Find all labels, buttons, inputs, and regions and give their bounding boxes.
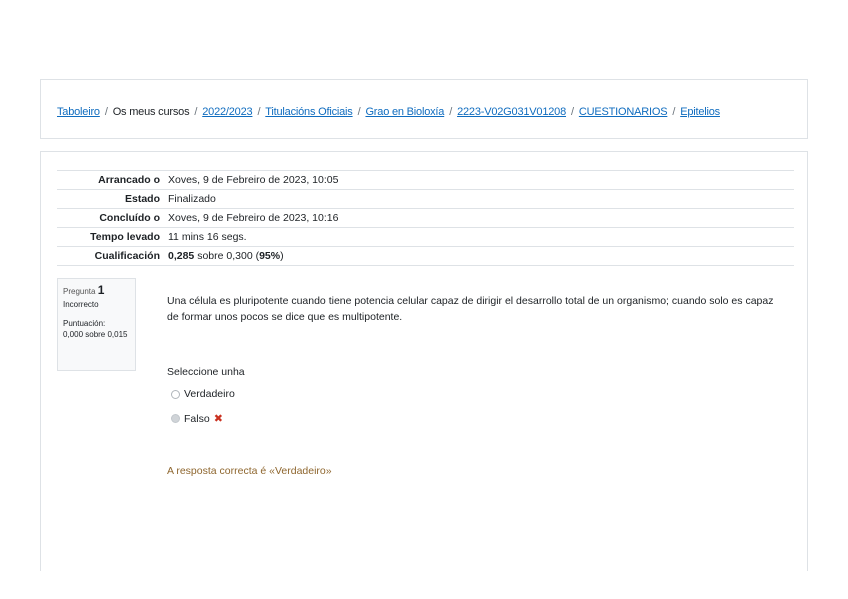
grade-close-paren: ) [280, 250, 284, 262]
grade-percent: 95% [259, 250, 281, 262]
time-taken-label: Tempo levado [90, 231, 160, 243]
completed-label: Concluído o [99, 212, 160, 224]
breadcrumb-separator: / [104, 106, 108, 118]
breadcrumb-separator: / [194, 106, 198, 118]
incorrect-icon: ✖ [213, 413, 223, 425]
table-row: Arrancado o Xoves, 9 de Febreiro de 2023… [57, 170, 794, 190]
table-row: Tempo levado 11 mins 16 segs. [57, 227, 794, 247]
breadcrumb-separator: / [257, 106, 261, 118]
completed-value: Xoves, 9 de Febreiro de 2023, 10:16 [168, 212, 339, 224]
state-label: Estado [124, 193, 160, 205]
started-label: Arrancado o [98, 174, 160, 186]
breadcrumb-item-cuestionarios[interactable]: CUESTIONARIOS [579, 106, 668, 118]
attempt-summary-table: Arrancado o Xoves, 9 de Febreiro de 2023… [57, 170, 794, 266]
correct-answer-feedback: A resposta correcta é «Verdadeiro» [167, 465, 332, 477]
question-label: Pregunta [63, 287, 96, 296]
breadcrumb-separator: / [357, 106, 361, 118]
table-row: Cualificación 0,285 sobre 0,300 (95%) [57, 246, 794, 266]
quiz-review-panel: Arrancado o Xoves, 9 de Febreiro de 2023… [40, 151, 808, 571]
question-number: 1 [97, 283, 105, 297]
answer-prompt: Seleccione unha [167, 366, 245, 378]
breadcrumb-item-2022-2023[interactable]: 2022/2023 [202, 106, 252, 118]
question-state: Incorrecto [63, 300, 99, 309]
question-mark-value: 0,000 sobre 0,015 [63, 330, 128, 339]
breadcrumb-item-taboleiro[interactable]: Taboleiro [57, 106, 100, 118]
option-label: Falso [184, 412, 210, 425]
time-taken-value: 11 mins 16 segs. [168, 231, 247, 243]
breadcrumb-separator: / [672, 106, 676, 118]
question-info-box: Pregunta 1 Incorrecto Puntuación: 0,000 … [57, 278, 136, 371]
breadcrumb: Taboleiro / Os meus cursos / 2022/2023 / Titul… [57, 106, 720, 118]
grade-value: 0,285 sobre 0,300 (95%) [164, 247, 794, 266]
state-value: Finalizado [168, 193, 216, 205]
started-value: Xoves, 9 de Febreiro de 2023, 10:05 [168, 174, 339, 186]
question-text: Una célula es pluripotente cuando tiene … [167, 295, 774, 323]
option-verdadeiro[interactable]: Verdadeiro [171, 388, 235, 400]
question-number-row: Pregunta 1 [63, 283, 130, 297]
option-falso[interactable]: Falso ✖ [171, 412, 223, 425]
grade-out-of: sobre 0,300 ( [197, 250, 260, 262]
breadcrumb-item-epitelios[interactable]: Epitelios [680, 106, 720, 118]
breadcrumb-separator: / [449, 106, 453, 118]
radio-button[interactable] [171, 389, 180, 399]
breadcrumb-item-titulacions[interactable]: Titulacións Oficiais [265, 106, 352, 118]
table-row: Estado Finalizado [57, 189, 794, 209]
question-grade: Puntuación: 0,000 sobre 0,015 [63, 318, 130, 340]
grade-score: 0,285 [168, 250, 195, 262]
breadcrumb-item-os-meus-cursos: Os meus cursos [112, 106, 190, 118]
radio-button-checked[interactable] [171, 414, 180, 423]
breadcrumb-container: Taboleiro / Os meus cursos / 2022/2023 / Titul… [40, 79, 808, 139]
grade-label: Cualificación [94, 250, 160, 262]
breadcrumb-item-course-code[interactable]: 2223-V02G031V01208 [457, 106, 566, 118]
breadcrumb-separator: / [571, 106, 574, 118]
question-mark-label: Puntuación: [63, 319, 106, 328]
table-row: Concluído o Xoves, 9 de Febreiro de 2023… [57, 208, 794, 228]
breadcrumb-item-grao[interactable]: Grao en Bioloxía [365, 106, 444, 118]
option-label: Verdadeiro [184, 388, 235, 400]
